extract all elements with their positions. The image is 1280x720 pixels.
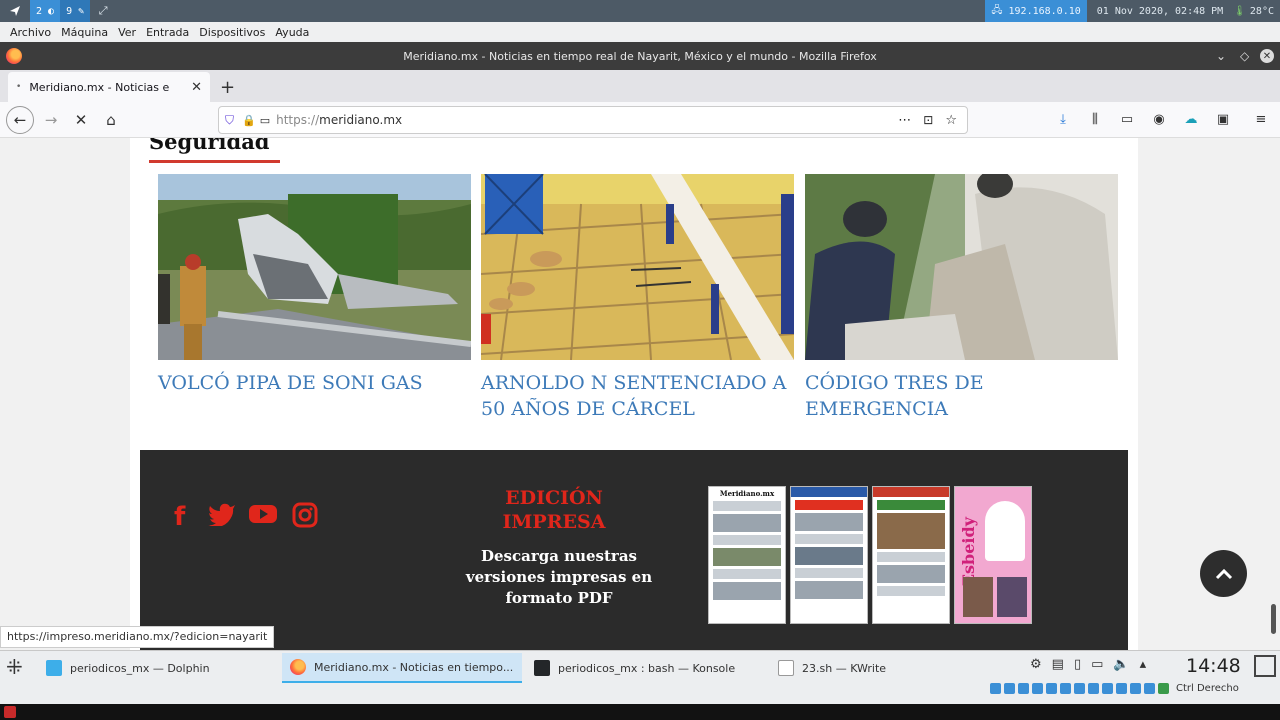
datetime: 01 Nov 2020, 02:48 PM [1096,5,1224,17]
print-edition-heading: EDICIÓN IMPRESA [502,487,606,533]
forward-button[interactable]: → [38,107,64,133]
news-card[interactable]: VOLCÓ PIPA DE SONI GAS [158,174,471,396]
news-card[interactable]: CÓDIGO TRES DE EMERGENCIA [805,174,1118,422]
permissions-icon[interactable]: ▭ [260,114,270,127]
new-tab-button[interactable]: + [220,72,235,102]
home-button[interactable]: ⌂ [98,107,124,133]
tray-network-icon[interactable]: ⚙ [1030,657,1042,672]
newspaper-thumbnail[interactable]: Esbeidy [954,486,1032,624]
tab-loading-icon: • [16,82,22,92]
link-status-tooltip: https://impreso.meridiano.mx/?edicion=na… [0,626,275,648]
task-kwrite[interactable]: 23.sh — KWrite [770,653,1010,683]
library-icon[interactable]: ⫼ [1084,108,1106,130]
news-title[interactable]: ARNOLDO N SENTENCIADO A 50 AÑOS DE CÁRCE… [481,370,794,422]
shield-icon[interactable]: ⛉ [225,113,234,128]
task-konsole[interactable]: periodicos_mx : bash — Konsole [526,653,766,683]
taskbar: ⁜ periodicos_mx — Dolphin Meridiano.mx -… [0,650,1280,704]
newspaper-thumbnail[interactable] [790,486,868,624]
tray-display-icon[interactable]: ▭ [1091,657,1103,672]
menu-archivo[interactable]: Archivo [10,26,51,39]
back-button[interactable]: ← [6,105,34,134]
news-image-truck[interactable] [158,174,471,360]
menu-dispositivos[interactable]: Dispositivos [199,26,265,39]
minimize-icon[interactable]: ⌄ [1216,49,1226,63]
print-edition-description: Descarga nuestras versiones impresas en … [465,547,653,607]
page-scrollbar[interactable] [1271,604,1276,634]
url-bar[interactable]: ⛉ 🔒 ▭ https://meridiano.mx ⋯ ⊡ ☆ [218,106,968,134]
download-icon[interactable]: ⤓ [1052,108,1074,130]
window-title: Meridiano.mx - Noticias en tiempo real d… [403,49,877,63]
vm-status-icons: Ctrl Derecho [990,683,1239,694]
tab-close-icon[interactable]: ✕ [191,80,202,95]
temperature-icon: 🌡 [1233,5,1246,17]
newspaper-thumbnail[interactable]: Meridiano.mx [708,486,786,624]
vm-menubar: Archivo Máquina Ver Entrada Dispositivos… [0,22,1280,42]
host-bottom-bar [0,704,1280,720]
top-panel: 2 ◐ 9 ✎ ⤢ 🖧 192.168.0.10 01 Nov 2020, 02… [0,0,1280,22]
window-titlebar: Meridiano.mx - Noticias en tiempo real d… [0,42,1280,70]
task-firefox[interactable]: Meridiano.mx - Noticias en tiempo... [282,653,522,683]
tray-device-icon[interactable]: ▯ [1074,657,1081,672]
menu-entrada[interactable]: Entrada [146,26,189,39]
pocket-icon[interactable]: ⊡ [923,113,933,127]
section-title[interactable]: Seguridad [149,138,270,154]
workspace-1[interactable]: 2 ◐ [30,0,61,22]
tab-bar: • Meridiano.mx - Noticias e ✕ + [0,70,1280,102]
page-content: Seguridad VOLCÓ PIPA DE SONI GAS ARNOLDO… [130,138,1138,650]
stop-button[interactable]: ✕ [68,107,94,133]
page-viewport: Seguridad VOLCÓ PIPA DE SONI GAS ARNOLDO… [0,138,1280,650]
workspace-2[interactable]: 9 ✎ [60,0,91,22]
lock-icon[interactable]: 🔒 [242,114,256,127]
folder-icon [46,660,62,676]
menu-ver[interactable]: Ver [118,26,136,39]
news-image-rescue[interactable] [805,174,1118,360]
terminal-icon [534,660,550,676]
news-title[interactable]: CÓDIGO TRES DE EMERGENCIA [805,370,1118,422]
launcher-icon[interactable] [0,0,30,22]
cloud-icon[interactable]: ☁ [1180,108,1202,130]
maximize-icon[interactable]: ◇ [1240,49,1249,63]
section-underline [149,160,280,163]
host-menu-icon[interactable] [4,706,16,718]
firefox-icon [290,659,306,675]
navigation-bar: ← → ✕ ⌂ ⛉ 🔒 ▭ https://meridiano.mx ⋯ ⊡ ☆… [0,102,1280,138]
system-tray: ⚙ ▤ ▯ ▭ 🔈 ▴ [1030,657,1146,672]
menu-ayuda[interactable]: Ayuda [275,26,309,39]
print-edition-footer: f EDICIÓN IMPRESA Descarga nuestras vers… [140,450,1128,650]
clock[interactable]: 14:48 [1186,655,1241,677]
ip-address: 🖧 192.168.0.10 [985,0,1087,22]
app-launcher-icon[interactable]: ⁜ [6,655,23,679]
bookmark-star-icon[interactable]: ☆ [945,113,957,128]
tab-meridiano[interactable]: • Meridiano.mx - Noticias e ✕ [8,72,210,102]
url-text[interactable]: https://meridiano.mx [276,113,402,127]
show-desktop-icon[interactable] [1254,655,1276,677]
facebook-icon[interactable]: f [174,502,185,532]
menu-icon[interactable]: ≡ [1250,108,1272,130]
expand-icon[interactable]: ⤢ [90,0,116,22]
sidebar-icon[interactable]: ▭ [1116,108,1138,130]
temperature: 28°C [1249,5,1274,17]
page-actions-icon[interactable]: ⋯ [898,113,911,128]
scroll-to-top-button[interactable] [1200,550,1247,597]
close-window-icon[interactable]: ✕ [1260,49,1274,63]
text-file-icon [778,660,794,676]
news-title[interactable]: VOLCÓ PIPA DE SONI GAS [158,370,471,396]
twitter-icon[interactable] [208,502,236,533]
tray-volume-icon[interactable]: 🔈 [1113,657,1129,672]
newspaper-thumbnail[interactable] [872,486,950,624]
tray-expand-icon[interactable]: ▴ [1140,657,1147,672]
tab-label: Meridiano.mx - Noticias e [29,80,170,94]
tray-clipboard-icon[interactable]: ▤ [1052,657,1064,672]
task-dolphin[interactable]: periodicos_mx — Dolphin [38,653,278,683]
firefox-logo-icon [6,48,22,64]
account-icon[interactable]: ◉ [1148,108,1170,130]
extension-icon[interactable]: ▣ [1212,108,1234,130]
news-card[interactable]: ARNOLDO N SENTENCIADO A 50 AÑOS DE CÁRCE… [481,174,794,422]
instagram-icon[interactable] [292,502,318,535]
youtube-icon[interactable] [248,502,278,533]
menu-maquina[interactable]: Máquina [61,26,108,39]
news-image-floor[interactable] [481,174,794,360]
